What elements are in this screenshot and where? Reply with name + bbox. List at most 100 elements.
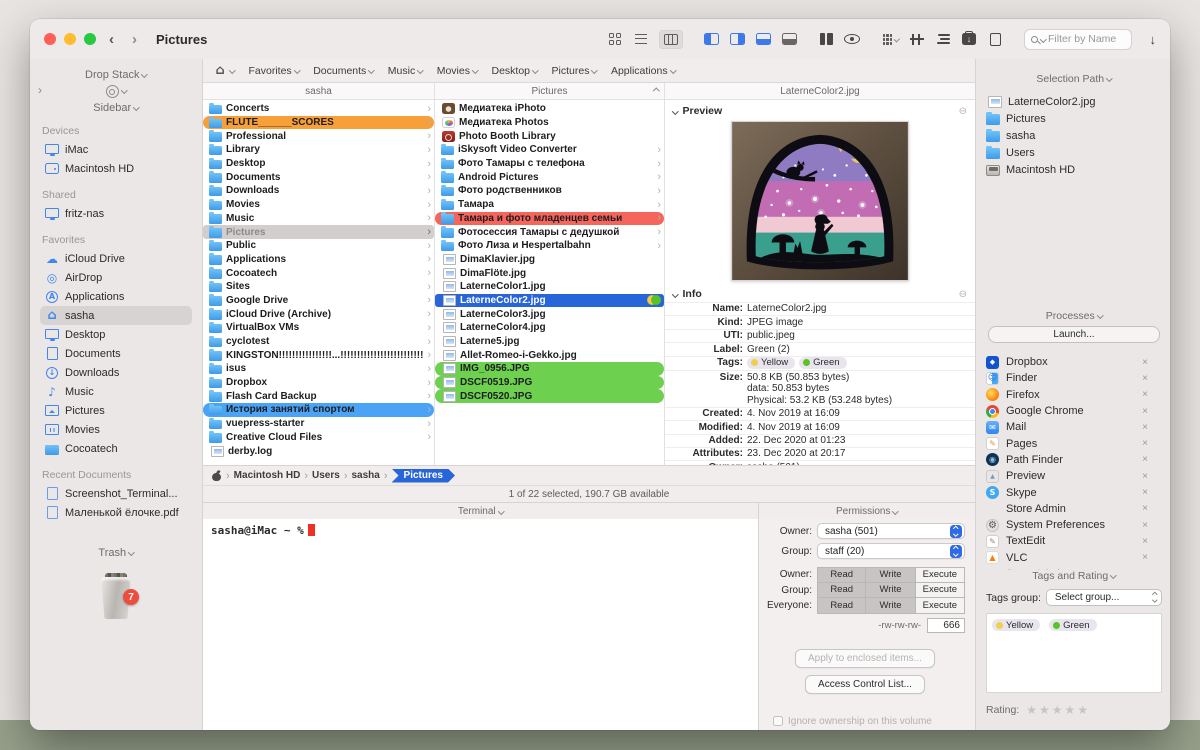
toggle-bottom-pane-off-button[interactable]	[781, 33, 798, 46]
preview-image[interactable]	[731, 121, 909, 281]
tags-box[interactable]: YellowGreen	[986, 613, 1162, 693]
sidebar-item-icloud-drive[interactable]: iCloud Drive	[40, 249, 192, 268]
trash-icon[interactable]: 7	[95, 573, 137, 619]
close-process-icon[interactable]: ×	[1142, 373, 1162, 384]
path-menu-favorites[interactable]: Favorites	[249, 65, 300, 77]
selection-path-item[interactable]: Users	[986, 144, 1162, 161]
sidebar-item-applications[interactable]: Applications	[40, 287, 192, 306]
permission-cell-execute[interactable]: Execute	[916, 567, 965, 583]
new-document-button[interactable]	[987, 33, 1004, 46]
process-row-textedit[interactable]: TextEdit×	[986, 533, 1162, 549]
quick-look-button[interactable]	[844, 33, 861, 46]
sidebar-item-pictures[interactable]: Pictures	[40, 401, 192, 420]
sasha-item-row[interactable]: isus›	[203, 362, 434, 376]
sasha-item-row[interactable]: Sites›	[203, 280, 434, 294]
process-row-system-preferences[interactable]: System Preferences×	[986, 517, 1162, 533]
permission-cell-write[interactable]: Write	[866, 567, 915, 583]
pictures-item-row[interactable]: Laterne5.jpg	[435, 335, 664, 349]
icon-view-button[interactable]	[607, 33, 624, 46]
pictures-item-row[interactable]: LaterneColor1.jpg	[435, 280, 664, 294]
path-menu-applications[interactable]: Applications	[611, 65, 675, 77]
sasha-item-row[interactable]: Desktop›	[203, 157, 434, 171]
zoom-window-button[interactable]	[84, 33, 96, 45]
close-process-icon[interactable]: ×	[1142, 357, 1162, 368]
access-control-list-button[interactable]: Access Control List...	[805, 675, 925, 694]
sasha-item-row[interactable]: Music›	[203, 212, 434, 226]
octal-value-field[interactable]: 666	[927, 618, 965, 633]
sasha-item-row[interactable]: Downloads›	[203, 184, 434, 198]
permissions-header[interactable]: Permissions	[759, 503, 975, 519]
permission-cell-write[interactable]: Write	[866, 598, 915, 614]
pictures-item-row[interactable]: Фотосессия Тамары с дедушкой›	[435, 225, 664, 239]
launch-button[interactable]: Launch...	[988, 326, 1160, 343]
terminal-body[interactable]: sasha@iMac ~ %	[203, 519, 758, 730]
sidebar-item-imac[interactable]: iMac	[40, 140, 192, 159]
processes-header[interactable]: Processes	[986, 310, 1162, 322]
dual-pane-button[interactable]	[818, 33, 835, 46]
sasha-item-row[interactable]: Concerts›	[203, 102, 434, 116]
sasha-item-row[interactable]: Applications›	[203, 253, 434, 267]
column-view-button[interactable]	[659, 30, 683, 49]
process-row-pages[interactable]: Pages×	[986, 435, 1162, 451]
permission-cell-execute[interactable]: Execute	[916, 583, 965, 599]
pictures-item-row[interactable]: Фото Тамары с телефона›	[435, 157, 664, 171]
close-process-icon[interactable]: ×	[1142, 422, 1162, 433]
minimize-window-button[interactable]	[64, 33, 76, 45]
drop-stack-target[interactable]	[40, 85, 192, 98]
rating-stars[interactable]: ★★★★★	[1026, 703, 1090, 717]
pictures-item-row[interactable]: Тамара и фото младенцев семьи›	[435, 212, 664, 226]
breadcrumb-item[interactable]: Macintosh HD	[234, 470, 301, 481]
filter-field[interactable]: Filter by Name	[1024, 29, 1132, 50]
column2-header[interactable]: Pictures	[435, 83, 665, 99]
ignore-ownership-checkbox[interactable]	[773, 716, 783, 726]
preview-section-header[interactable]: Preview ⊖	[665, 102, 975, 119]
pictures-item-row[interactable]: IMG_0956.JPG	[435, 362, 664, 376]
sasha-item-row[interactable]: Flash Card Backup›	[203, 389, 434, 403]
download-arrow-button[interactable]: ↓	[1150, 32, 1157, 47]
drop-stack-toolbar-button[interactable]: ↓	[961, 33, 978, 46]
process-row-preview[interactable]: Preview×	[986, 468, 1162, 484]
sasha-item-row[interactable]: VirtualBox VMs›	[203, 321, 434, 335]
path-menu-pictures[interactable]: Pictures	[552, 65, 597, 77]
home-menu[interactable]	[213, 64, 235, 77]
sidebar-item-cocoatech[interactable]: Cocoatech	[40, 439, 192, 458]
pictures-item-row[interactable]: DimaKlavier.jpg	[435, 253, 664, 267]
sidebar-item-screenshot-terminal-[interactable]: Screenshot_Terminal...	[40, 484, 192, 503]
sidebar-item-music[interactable]: Music	[40, 382, 192, 401]
pictures-item-row[interactable]: LaterneColor2.jpg	[435, 294, 664, 308]
close-process-icon[interactable]: ×	[1142, 487, 1162, 498]
pictures-item-row[interactable]: Тамара›	[435, 198, 664, 212]
pictures-item-row[interactable]: Photo Booth Library	[435, 129, 664, 143]
pictures-item-row[interactable]: Фото Лиза и Hespertalbahn›	[435, 239, 664, 253]
process-row-path-finder[interactable]: Path Finder×	[986, 452, 1162, 468]
sidebar-item-movies[interactable]: Movies	[40, 420, 192, 439]
sidebar-item-fritz-nas[interactable]: fritz-nas	[40, 204, 192, 223]
selection-path-item[interactable]: LaterneColor2.jpg	[986, 93, 1162, 110]
collapse-section-icon[interactable]: ⊖	[959, 106, 967, 117]
pictures-item-row[interactable]: DSCF0519.JPG	[435, 376, 664, 390]
tags-rating-header[interactable]: Tags and Rating	[986, 570, 1162, 582]
sidebar-item-маленькой-ёлочке-pdf[interactable]: Маленькой ёлочке.pdf	[40, 503, 192, 522]
list-view-button[interactable]	[633, 33, 650, 46]
sidebar-item-sasha[interactable]: sasha	[40, 306, 192, 325]
sasha-item-row[interactable]: FLUTE______SCORES›	[203, 116, 434, 130]
sidebar-item-desktop[interactable]: Desktop	[40, 325, 192, 344]
breadcrumb-item[interactable]: Users	[312, 470, 340, 481]
sasha-item-row[interactable]: Dropbox›	[203, 376, 434, 390]
tags-group-select[interactable]: Select group...	[1046, 589, 1162, 606]
trash-header[interactable]: Trash	[98, 547, 133, 559]
sasha-item-row[interactable]: Movies›	[203, 198, 434, 212]
pictures-item-row[interactable]: DSCF0520.JPG	[435, 389, 664, 403]
close-process-icon[interactable]: ×	[1142, 503, 1162, 514]
tab-stack-button[interactable]	[935, 33, 952, 46]
column1-header[interactable]: sasha	[203, 83, 435, 99]
breadcrumb-current[interactable]: Pictures	[392, 469, 455, 483]
sasha-item-row[interactable]: Professional›	[203, 129, 434, 143]
pictures-item-row[interactable]: LaterneColor3.jpg	[435, 307, 664, 321]
sasha-item-row[interactable]: vuepress-starter›	[203, 417, 434, 431]
permission-cell-write[interactable]: Write	[866, 583, 915, 599]
back-button[interactable]: ‹	[104, 31, 119, 48]
path-menu-documents[interactable]: Documents	[313, 65, 374, 77]
process-row-mail[interactable]: Mail×	[986, 419, 1162, 435]
selection-path-item[interactable]: sasha	[986, 127, 1162, 144]
